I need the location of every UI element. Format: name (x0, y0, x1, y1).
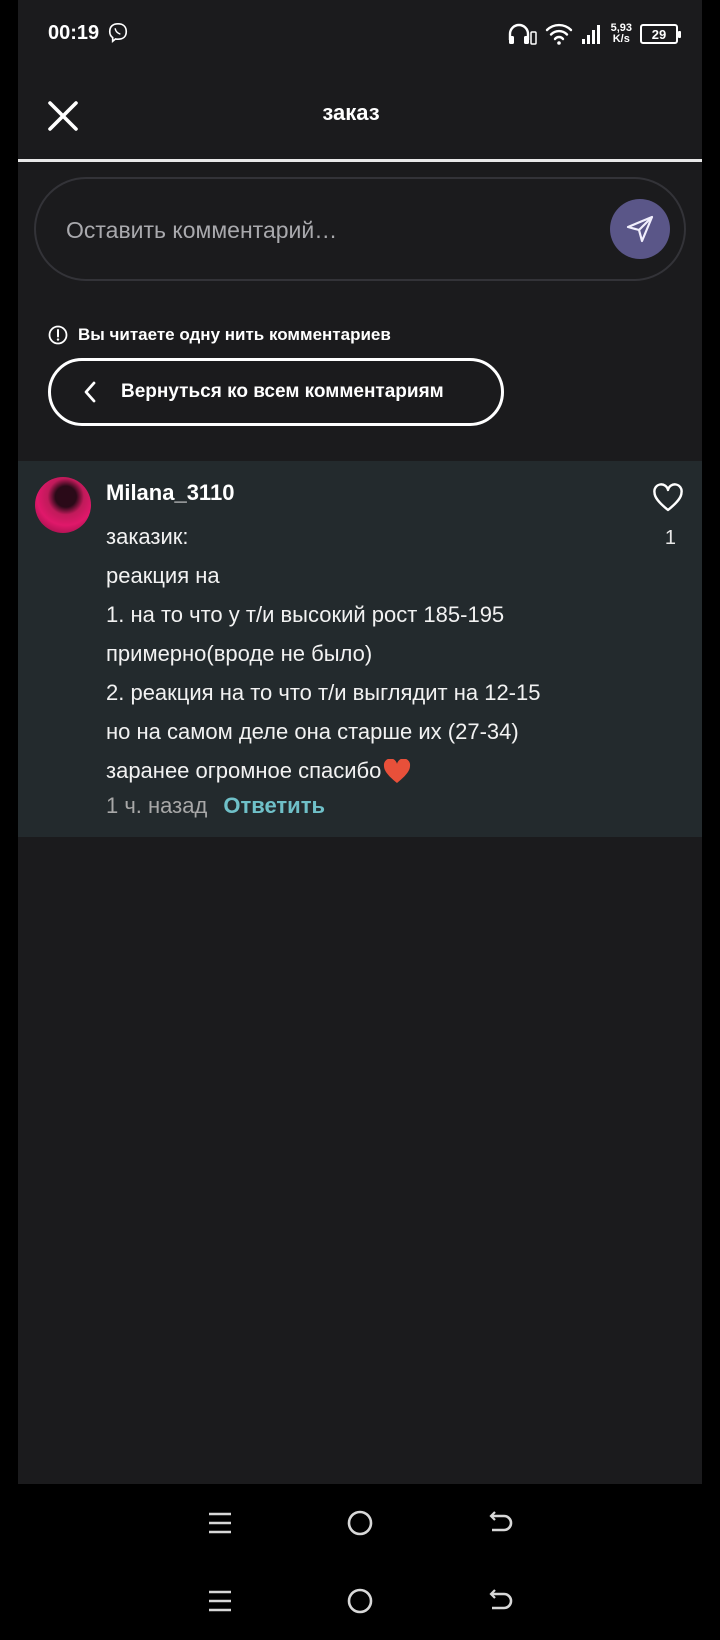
thread-notice: Вы читаете одну нить комментариев (48, 322, 391, 348)
reply-button[interactable]: Ответить (223, 793, 325, 819)
comment-username[interactable]: Milana_3110 (106, 480, 234, 506)
header-divider (18, 159, 702, 162)
heart-emoji-icon (384, 759, 411, 784)
network-speed: 5,93 K/s (610, 22, 632, 45)
info-icon (48, 325, 68, 345)
system-navbar (0, 1484, 720, 1562)
back-to-all-comments-button[interactable]: Вернуться ко всем комментариям (48, 358, 504, 426)
back-button-label: Вернуться ко всем комментариям (121, 381, 444, 402)
comment-line: заказик: (106, 524, 189, 549)
viber-icon (108, 23, 128, 44)
battery-indicator: 29 (640, 24, 681, 44)
heart-icon[interactable] (652, 483, 684, 513)
home-icon[interactable] (344, 1585, 376, 1617)
signal-icon (581, 25, 600, 44)
page-title: заказ (322, 100, 380, 125)
comment-meta: 1 ч. назад Ответить (106, 793, 325, 819)
back-icon[interactable] (484, 1507, 516, 1539)
menu-icon[interactable] (204, 1507, 236, 1539)
comment-composer (34, 177, 686, 281)
comment-line: 1. на то что у т/и высокий рост 185-195 (106, 602, 505, 627)
status-bar: 00:19 5,93 K/s 29 (0, 0, 720, 70)
comment-input[interactable] (64, 209, 588, 251)
status-time: 00:19 (48, 22, 100, 44)
status-icons: 5,93 K/s 29 (507, 20, 681, 48)
comment-text: заказик: реакция на 1. на то что у т/и в… (106, 517, 606, 790)
header: заказ (0, 70, 702, 160)
home-icon[interactable] (344, 1507, 376, 1539)
thread-notice-text: Вы читаете одну нить комментариев (78, 325, 391, 344)
comment-line-last: заранее огромное спасибо (106, 751, 606, 790)
comment-line: реакция на (106, 563, 220, 588)
send-icon (626, 215, 654, 243)
comment-line: но на самом деле она старше их (27-34) (106, 719, 519, 744)
wifi-icon (545, 23, 572, 45)
avatar[interactable] (35, 477, 91, 533)
system-navbar-secondary (0, 1562, 720, 1640)
headphones-icon (508, 23, 537, 45)
back-icon[interactable] (484, 1585, 516, 1617)
comment-line: примерно(вроде не было) (106, 641, 373, 666)
chevron-left-icon (84, 381, 96, 403)
comment-timestamp: 1 ч. назад (106, 793, 208, 818)
comment-line: 2. реакция на то что т/и выглядит на 12-… (106, 680, 541, 705)
like-count: 1 (664, 527, 676, 549)
comment-item: Milana_3110 заказик: реакция на 1. на то… (18, 461, 702, 837)
send-button[interactable] (610, 199, 670, 259)
menu-icon[interactable] (204, 1585, 236, 1617)
